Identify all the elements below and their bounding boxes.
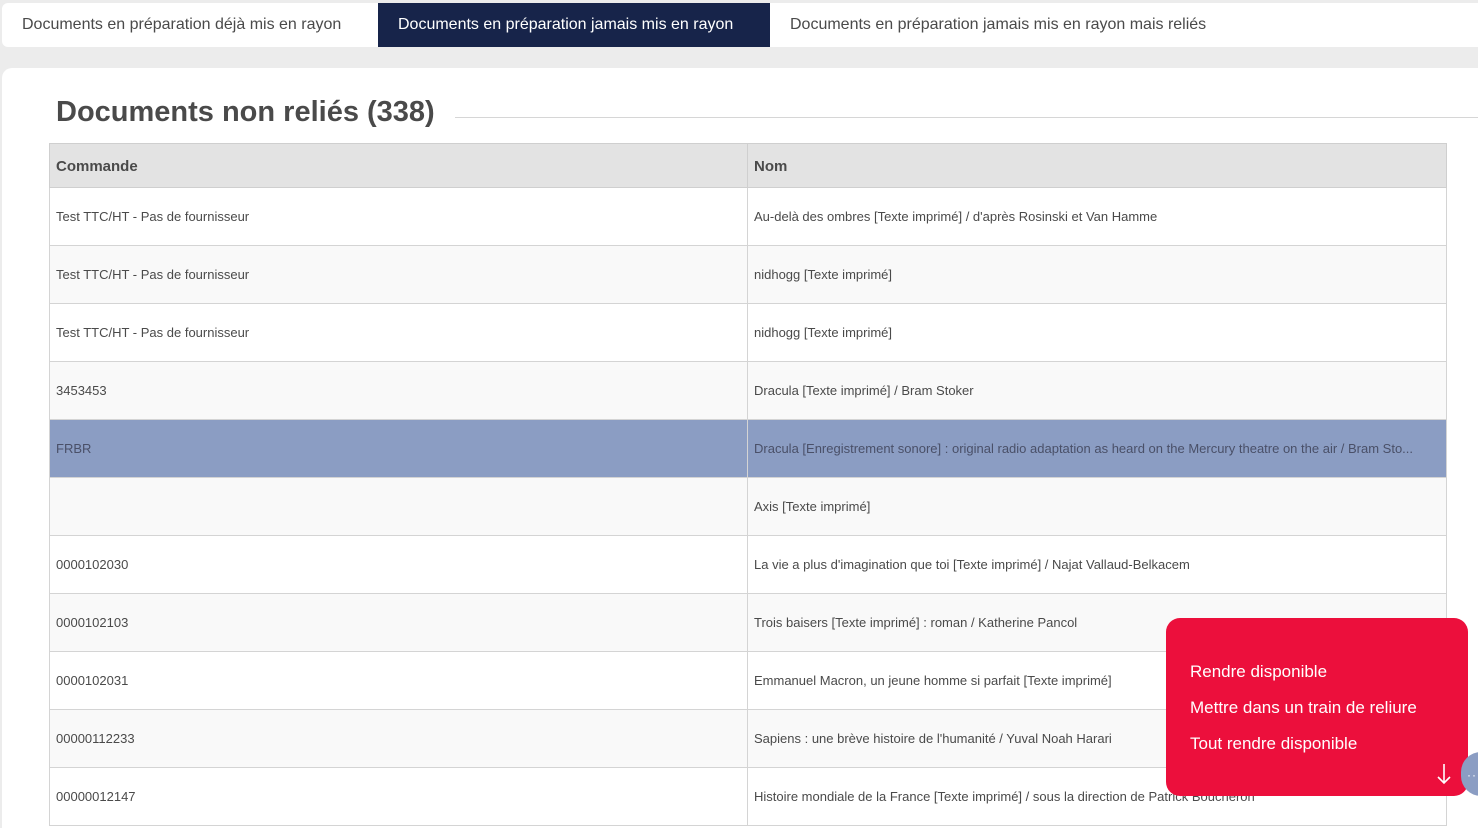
cell-commande: 0000102031 — [50, 652, 748, 709]
cell-commande: 3453453 — [50, 362, 748, 419]
rendre-disponible-action[interactable]: Rendre disponible — [1166, 660, 1468, 696]
cell-nom: Au-delà des ombres [Texte imprimé] / d'a… — [754, 209, 1158, 224]
cell-commande: Test TTC/HT - Pas de fournisseur — [50, 246, 748, 303]
cell-nom: Dracula [Texte imprimé] / Bram Stoker — [754, 383, 974, 398]
column-header-nom[interactable]: Nom — [748, 144, 1446, 187]
cell-nom: Dracula [Enregistrement sonore] : origin… — [754, 441, 1414, 456]
tout-rendre-disponible-action[interactable]: Tout rendre disponible — [1166, 732, 1468, 768]
table-row[interactable]: FRBR Dracula [Enregistrement sonore] : or… — [49, 420, 1447, 478]
chat-dots-icon: ··· — [1467, 768, 1478, 782]
section-title: Documents non reliés (338) — [56, 96, 435, 128]
tab-bar: Documents en préparation déjà mis en ray… — [2, 3, 1478, 47]
cell-commande: Test TTC/HT - Pas de fournisseur — [50, 188, 748, 245]
cell-nom: nidhogg [Texte imprimé] — [754, 267, 893, 282]
mettre-train-reliure-action[interactable]: Mettre dans un train de reliure — [1166, 696, 1468, 732]
table-row[interactable]: 0000102030 La vie a plus d'imagination qu… — [49, 536, 1447, 594]
table-row[interactable]: Test TTC/HT - Pas de fournisseur Au-delà … — [49, 188, 1447, 246]
cell-commande: 0000102030 — [50, 536, 748, 593]
section-divider — [455, 117, 1478, 118]
cell-commande — [50, 478, 748, 535]
tab-deja-mis-en-rayon[interactable]: Documents en préparation déjà mis en ray… — [2, 3, 378, 47]
cell-nom: nidhogg [Texte imprimé] — [754, 325, 893, 340]
cell-commande: Test TTC/HT - Pas de fournisseur — [50, 304, 748, 361]
action-menu: Rendre disponible Mettre dans un train d… — [1166, 618, 1468, 796]
cell-commande: FRBR — [50, 420, 748, 477]
tab-jamais-mis-en-rayon-relies[interactable]: Documents en préparation jamais mis en r… — [770, 3, 1226, 47]
table-row[interactable]: Test TTC/HT - Pas de fournisseur nidhogg … — [49, 246, 1447, 304]
cell-nom: La vie a plus d'imagination que toi [Tex… — [754, 557, 1190, 572]
table-row[interactable]: Axis [Texte imprimé] — [49, 478, 1447, 536]
cell-commande: 00000112233 — [50, 710, 748, 767]
table-row[interactable]: 3453453 Dracula [Texte imprimé] / Bram St… — [49, 362, 1447, 420]
column-header-commande[interactable]: Commande — [50, 144, 748, 187]
cell-commande: 00000012147 — [50, 768, 748, 825]
arrow-down-icon[interactable] — [1434, 762, 1454, 786]
cell-nom: Axis [Texte imprimé] — [754, 499, 871, 514]
table-row[interactable]: Test TTC/HT - Pas de fournisseur nidhogg … — [49, 304, 1447, 362]
tab-jamais-mis-en-rayon[interactable]: Documents en préparation jamais mis en r… — [378, 3, 770, 47]
table-header: Commande Nom — [49, 143, 1447, 188]
cell-commande: 0000102103 — [50, 594, 748, 651]
